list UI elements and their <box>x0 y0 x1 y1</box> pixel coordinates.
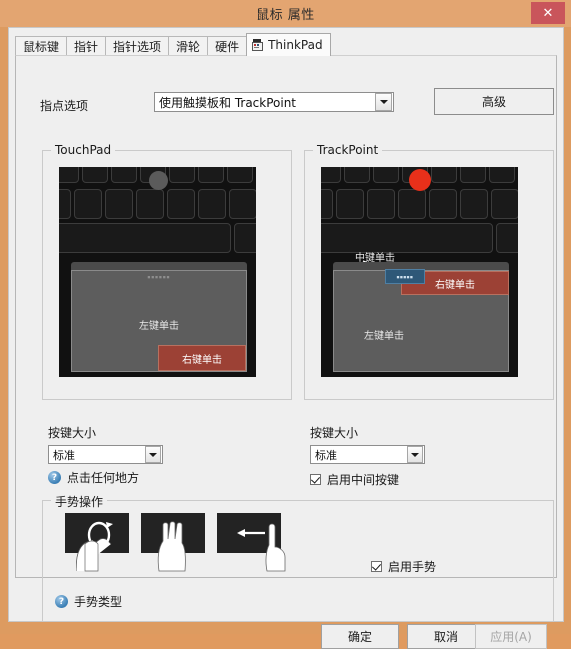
gesture-thumb-3[interactable] <box>217 513 289 575</box>
pinch-rotate-gesture <box>65 513 129 572</box>
cancel-button[interactable]: 取消 <box>407 624 485 649</box>
tab-pointers[interactable]: 指针 <box>66 36 107 56</box>
help-icon: ? <box>55 595 68 608</box>
tab-label: 鼠标键 <box>23 40 60 54</box>
touchpad-surface-wrap: ■■■■■■ 左键单击 右键单击 <box>71 262 247 372</box>
trackpoint-left-click-label: 左键单击 <box>364 331 404 342</box>
window-title: 鼠标 属性 <box>256 8 315 23</box>
tab-mouse-buttons[interactable]: 鼠标键 <box>15 36 68 56</box>
chevron-down-icon[interactable] <box>375 93 392 111</box>
touchpad-left-click-label: 左键单击 <box>139 321 179 332</box>
ok-button[interactable]: 确定 <box>321 624 399 649</box>
trackpoint-group: TrackPoint 中键单击 左键单击 右键单击 ■■■■■ <box>304 143 554 400</box>
dialog-client-area: 鼠标键 指针 指针选项 滑轮 硬件 ThinkPad 指点选项 使用触摸板和 T… <box>8 27 564 649</box>
enable-middle-button-checkbox[interactable]: 启用中间按键 <box>310 471 399 488</box>
tab-thinkpad[interactable]: ThinkPad <box>246 33 331 56</box>
chevron-down-icon[interactable] <box>145 446 161 463</box>
checkbox-box[interactable] <box>310 474 321 485</box>
advanced-button[interactable]: 高级 <box>434 88 554 115</box>
title-bar: 鼠标 属性 <box>0 0 571 27</box>
tab-pointer-options[interactable]: 指针选项 <box>105 36 170 56</box>
trackpoint-surface-wrap: 左键单击 右键单击 ■■■■■ <box>333 262 509 372</box>
touchpad-right-click-zone: 右键单击 <box>158 345 246 371</box>
tab-label: 指针选项 <box>113 40 162 54</box>
gestures-help-text: 手势类型 <box>74 595 123 609</box>
gestures-help-link[interactable]: ? 手势类型 <box>55 593 122 610</box>
touchpad-surface: ■■■■■■ 左键单击 右键单击 <box>71 270 247 372</box>
pointing-device-select[interactable]: 使用触摸板和 TrackPoint <box>154 92 394 112</box>
gesture-thumb-1[interactable] <box>65 513 137 575</box>
pointing-device-value: 使用触摸板和 TrackPoint <box>159 95 297 110</box>
touchpad-group-title: TouchPad <box>51 143 116 157</box>
trackpoint-size-select[interactable]: 标准 <box>310 445 425 464</box>
tab-wheel[interactable]: 滑轮 <box>168 36 209 56</box>
gesture-thumb-2[interactable] <box>141 513 213 575</box>
trackpoint-nub-inactive <box>149 171 168 190</box>
trackpoint-group-title: TrackPoint <box>313 143 383 157</box>
enable-middle-button-label: 启用中间按键 <box>327 473 400 487</box>
tab-label: 指针 <box>74 40 99 54</box>
tab-label: 硬件 <box>215 40 240 54</box>
pointing-device-label: 指点选项 <box>40 99 89 113</box>
gestures-group-title: 手势操作 <box>51 493 108 510</box>
mouse-properties-window: 鼠标 属性 ✕ 鼠标键 指针 指针选项 滑轮 硬件 ThinkPad 指点选项 … <box>0 0 571 649</box>
touchpad-size-label: 按键大小 <box>48 426 97 440</box>
touchpad-group: TouchPad ■■■■■■ 左键单击 右键单击 <box>42 143 292 400</box>
touchpad-size-select[interactable]: 标准 <box>48 445 163 464</box>
three-finger-swipe-gesture <box>141 513 205 572</box>
gestures-group: 手势操作 启用手势 ? 手势类型 <box>42 493 554 622</box>
tab-label: ThinkPad <box>268 38 323 52</box>
trackpoint-size-label: 按键大小 <box>310 426 359 440</box>
close-icon[interactable]: ✕ <box>531 2 565 24</box>
touchpad-help-link[interactable]: ? 点击任何地方 <box>48 469 139 486</box>
trackpoint-illustration: 中键单击 左键单击 右键单击 ■■■■■ <box>321 167 518 377</box>
trackpoint-nub-active <box>409 169 431 191</box>
help-icon: ? <box>48 471 61 484</box>
thinkpad-tab-page: 指点选项 使用触摸板和 TrackPoint 高级 TouchPad ■■■■■… <box>15 55 557 622</box>
touchpad-faint-marking: ■■■■■■ <box>147 275 171 279</box>
tab-hardware[interactable]: 硬件 <box>207 36 248 56</box>
tab-strip: 鼠标键 指针 指针选项 滑轮 硬件 ThinkPad <box>15 33 331 56</box>
edge-swipe-gesture <box>217 513 286 572</box>
trackpoint-middle-click-zone: ■■■■■ <box>385 269 425 284</box>
trackpoint-size-value: 标准 <box>315 448 337 462</box>
touchpad-illustration: ■■■■■■ 左键单击 右键单击 <box>59 167 256 377</box>
touchpad-size-value: 标准 <box>53 448 75 462</box>
tab-label: 滑轮 <box>176 40 201 54</box>
enable-gestures-label: 启用手势 <box>388 560 437 574</box>
enable-gestures-checkbox[interactable]: 启用手势 <box>371 558 436 575</box>
thinkpad-icon <box>251 38 264 52</box>
chevron-down-icon[interactable] <box>407 446 423 463</box>
apply-button: 应用(A) <box>475 624 547 649</box>
checkbox-box[interactable] <box>371 561 382 572</box>
touchpad-help-text: 点击任何地方 <box>67 471 140 485</box>
